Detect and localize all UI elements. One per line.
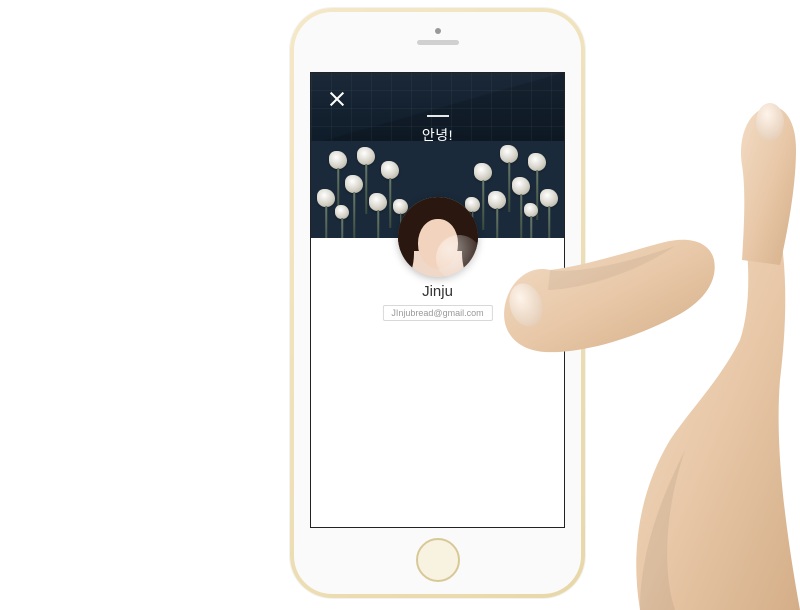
greeting-text: 안녕!: [311, 125, 564, 145]
phone-inner-bezel: 안녕! Jinju JInjubread@gmail.com: [294, 12, 581, 594]
home-button[interactable]: [416, 538, 460, 582]
profile-email-badge[interactable]: JInjubread@gmail.com: [382, 305, 492, 321]
greeting-divider: [427, 115, 449, 117]
app-screen: 안녕! Jinju JInjubread@gmail.com: [310, 72, 565, 528]
phone-camera-dot: [435, 28, 441, 34]
close-icon[interactable]: [325, 87, 349, 111]
phone-speaker: [417, 40, 459, 45]
phone-device-frame: 안녕! Jinju JInjubread@gmail.com: [290, 8, 585, 598]
profile-name: Jinju: [311, 283, 564, 300]
avatar[interactable]: [398, 197, 478, 277]
